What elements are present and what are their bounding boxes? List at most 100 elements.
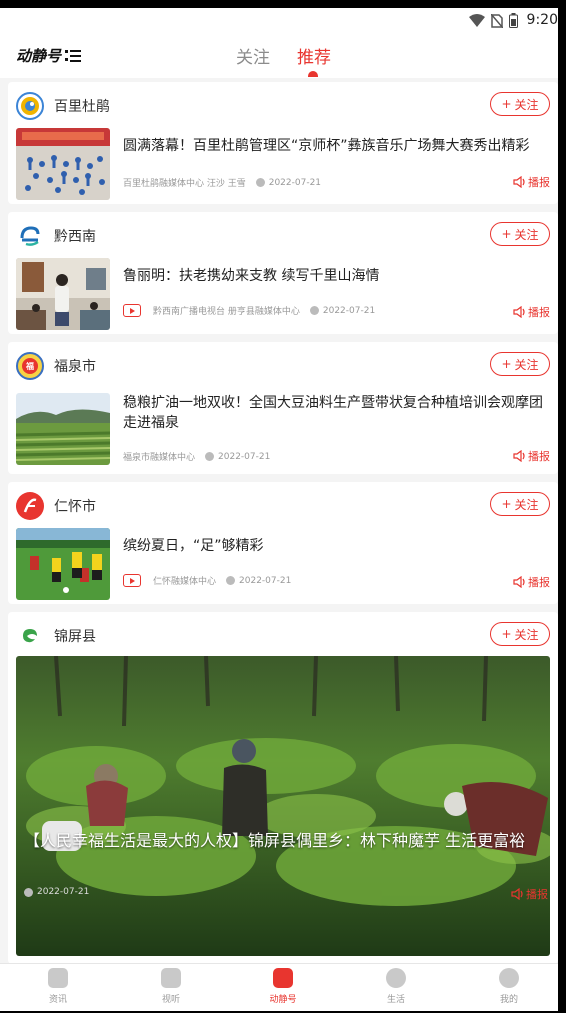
broadcast-label: 播报 (528, 576, 550, 589)
account-header[interactable]: 福 福泉市 (16, 352, 96, 380)
clock-icon (255, 178, 265, 187)
broadcast-label: 播报 (528, 176, 550, 189)
broadcast-button[interactable]: 播报 (513, 174, 550, 190)
follow-button[interactable]: + 关注 (490, 352, 550, 376)
news-title[interactable]: 稳粮扩油一地双收！全国大豆油料生产暨带状复合种植培训会观摩团走进福泉 (123, 393, 546, 433)
wifi-icon (469, 14, 485, 27)
news-date: 2022-07-21 (268, 177, 322, 188)
bottom-tab-bar: 资讯 视听 动静号 生活 我的 (0, 963, 566, 1013)
news-thumbnail[interactable] (16, 128, 110, 200)
tab-follow[interactable]: 关注 (236, 43, 270, 68)
news-card-featured[interactable]: 锦屏县 + 关注 【人民幸福生活是最大的人权】锦屏县偶里乡：林下种魔芋 生活更富… (8, 612, 558, 964)
account-name: 锦屏县 (54, 629, 96, 645)
tab-life[interactable]: 生活 (356, 968, 436, 1005)
svg-text:福: 福 (25, 361, 34, 371)
speaker-icon (513, 176, 525, 188)
status-time: 9:20 (526, 12, 558, 28)
tab-mine[interactable]: 我的 (469, 968, 549, 1005)
account-logo-icon (16, 222, 44, 250)
news-source: 仁怀融媒体中心 (153, 577, 217, 587)
top-header: 动静号 关注 推荐 (0, 36, 566, 78)
news-source: 福泉市融媒体中心 (123, 453, 196, 463)
tab-label: 我的 (499, 995, 518, 1005)
featured-image[interactable] (16, 656, 550, 956)
video-play-icon (123, 574, 141, 587)
news-date: 2022-07-21 (322, 305, 376, 316)
account-name: 黔西南 (54, 229, 96, 245)
account-name: 百里杜鹃 (54, 99, 110, 115)
featured-title[interactable]: 【人民幸福生活是最大的人权】锦屏县偶里乡：林下种魔芋 生活更富裕 (24, 830, 542, 852)
logo-text: 动静号 (16, 47, 62, 65)
news-thumbnail[interactable] (16, 258, 110, 330)
account-logo-icon (16, 492, 44, 520)
tab-news[interactable]: 资讯 (18, 968, 98, 1005)
broadcast-button[interactable]: 播报 (513, 304, 550, 320)
news-date: 2022-07-21 (239, 575, 292, 586)
tab-label: 资讯 (48, 995, 67, 1005)
account-logo-icon (16, 92, 44, 120)
news-card[interactable]: 黔西南 + 关注 鲁丽明：扶老携幼来支教 续写千里山海情 黔西南广播电视台 册亨县… (8, 212, 558, 334)
plus-icon: + (501, 227, 512, 241)
speaker-icon (513, 576, 525, 588)
top-bezel (0, 0, 566, 8)
follow-label: 关注 (514, 227, 539, 242)
clock-icon (205, 452, 215, 461)
news-title[interactable]: 鲁丽明：扶老携幼来支教 续写千里山海情 (123, 266, 546, 286)
follow-button[interactable]: + 关注 (490, 492, 550, 516)
broadcast-button[interactable]: 播报 (511, 886, 548, 902)
speaker-icon (511, 888, 523, 900)
news-card[interactable]: 百里杜鹃 + 关注 圆满落幕！百里杜鹃管理区“京师杯”彝族音乐广场舞大赛秀出精彩 … (8, 82, 558, 204)
life-icon (386, 968, 406, 988)
system-status-bar: 9:20 (0, 8, 566, 36)
plus-icon: + (501, 357, 512, 371)
account-name: 仁怀市 (54, 499, 96, 515)
follow-button[interactable]: + 关注 (490, 622, 550, 646)
tab-dongjinghao[interactable]: 动静号 (243, 968, 323, 1005)
news-date: 2022-07-21 (218, 451, 271, 462)
news-card[interactable]: 福 福泉市 + 关注 稳粮扩油一地双收！全国大豆油料生产暨带状复合种植培训会观摩团… (8, 342, 558, 474)
news-title[interactable]: 圆满落幕！百里杜鹃管理区“京师杯”彝族音乐广场舞大赛秀出精彩 (123, 136, 546, 156)
broadcast-label: 播报 (528, 306, 550, 319)
news-meta: 福泉市融媒体中心 2022-07-21 (123, 450, 271, 464)
follow-button[interactable]: + 关注 (490, 222, 550, 246)
clock-icon (226, 576, 236, 585)
plus-icon: + (501, 497, 512, 511)
featured-meta: 2022-07-21 (24, 887, 89, 897)
tab-label: 动静号 (269, 995, 297, 1005)
news-meta: 百里杜鹃融媒体中心 汪沙 王雪 2022-07-21 (123, 176, 322, 190)
clock-icon (24, 887, 33, 897)
tab-label: 视听 (161, 995, 180, 1005)
broadcast-button[interactable]: 播报 (513, 574, 550, 590)
account-header[interactable]: 仁怀市 (16, 492, 96, 520)
tab-video[interactable]: 视听 (131, 968, 211, 1005)
news-card[interactable]: 仁怀市 + 关注 缤纷夏日，“足”够精彩 仁怀融媒体中心 2022-07-21 播… (8, 482, 558, 604)
broadcast-label: 播报 (526, 888, 548, 901)
menu-list-icon[interactable] (65, 49, 82, 63)
account-logo-icon (16, 622, 44, 650)
app-logo[interactable]: 动静号 (16, 45, 82, 66)
tab-recommend[interactable]: 推荐 (297, 43, 331, 68)
speaker-icon (513, 450, 525, 462)
account-header[interactable]: 百里杜鹃 (16, 92, 110, 120)
follow-button[interactable]: + 关注 (490, 92, 550, 116)
active-tab-indicator (308, 71, 318, 77)
battery-icon (509, 13, 518, 28)
no-sim-icon (491, 13, 503, 28)
follow-label: 关注 (514, 357, 539, 372)
news-meta: 黔西南广播电视台 册亨县融媒体中心 2022-07-21 (123, 304, 375, 317)
follow-label: 关注 (514, 627, 539, 642)
news-thumbnail[interactable] (16, 528, 110, 600)
account-logo-icon: 福 (16, 352, 44, 380)
plus-icon: + (501, 627, 512, 641)
broadcast-button[interactable]: 播报 (513, 448, 550, 464)
news-thumbnail[interactable] (16, 393, 110, 465)
tab-label: 生活 (386, 995, 405, 1005)
account-header[interactable]: 锦屏县 (16, 622, 96, 650)
news-meta: 仁怀融媒体中心 2022-07-21 (123, 574, 291, 587)
follow-label: 关注 (514, 497, 539, 512)
speaker-icon (513, 306, 525, 318)
news-title[interactable]: 缤纷夏日，“足”够精彩 (123, 536, 546, 556)
news-source: 黔西南广播电视台 册亨县融媒体中心 (153, 307, 300, 317)
account-header[interactable]: 黔西南 (16, 222, 96, 250)
status-icons (469, 13, 518, 28)
